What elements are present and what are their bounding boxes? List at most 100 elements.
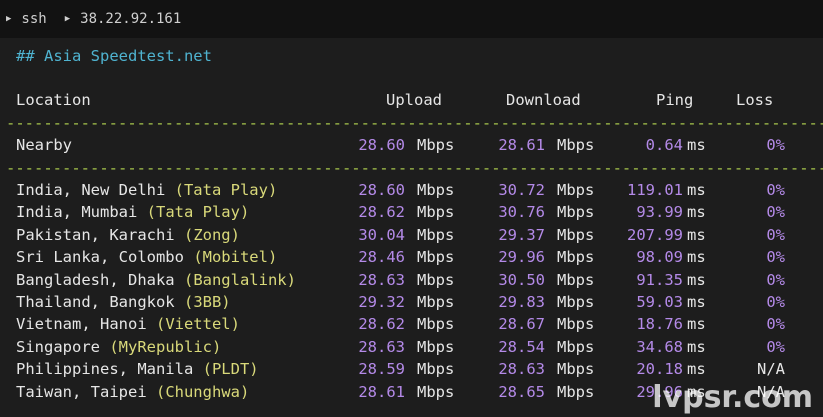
row-upload-unit: Mbps: [417, 248, 455, 267]
row-location: Singapore (MyRepublic): [16, 337, 222, 356]
row-download: 29.96: [498, 248, 545, 267]
table-row: Philippines, Manila (PLDT) 28.59 Mbps 28.63…: [0, 358, 823, 380]
row-ping: 91.35: [636, 270, 683, 289]
watermark: lvpsr.com: [652, 380, 813, 415]
row-location: India, Mumbai (Tata Play): [16, 203, 250, 222]
row-loss: 0%: [766, 337, 785, 356]
table-row: Bangladesh, Dhaka (Banglalink) 28.63 Mbps 3…: [0, 269, 823, 291]
row-download-unit: Mbps: [557, 225, 595, 244]
row-ping-unit: ms: [687, 360, 706, 379]
row-download-unit: Mbps: [557, 203, 595, 222]
row-download: 28.67: [498, 315, 545, 334]
row-isp: (Tata Play): [146, 203, 250, 222]
row-ping: 59.03: [636, 293, 683, 311]
row-isp: (MyRepublic): [109, 337, 222, 356]
col-ping: Ping: [656, 91, 694, 109]
separator-top: ----------------------------------------…: [6, 114, 823, 132]
row-upload: 28.60: [358, 181, 405, 199]
table-row: Sri Lanka, Colombo (Mobitel) 28.46 Mbps 29.…: [0, 246, 823, 268]
row-download: 30.76: [498, 203, 545, 222]
row-download-unit: Mbps: [557, 293, 595, 311]
row-download: 29.37: [498, 225, 545, 244]
row-download: 30.50: [498, 270, 545, 289]
row-ping: 18.76: [636, 315, 683, 334]
row-location: India, New Delhi (Tata Play): [16, 181, 278, 199]
row-upload: 28.63: [358, 337, 405, 356]
table-row: Pakistan, Karachi (Zong) 30.04 Mbps 29.37 Mb…: [0, 224, 823, 246]
row-loss: 0%: [766, 181, 785, 199]
row-location: Taiwan, Taipei (Chunghwa): [16, 382, 250, 401]
row-upload: 28.61: [358, 382, 405, 401]
row-location: Thailand, Bangkok (3BB): [16, 293, 231, 311]
row-ping: 98.09: [636, 248, 683, 267]
table-row: Thailand, Bangkok (3BB) 29.32 Mbps 29.83 Mbp…: [0, 291, 823, 313]
title-command: ssh: [21, 11, 47, 27]
row-loss: 0%: [766, 248, 785, 267]
row-ping-unit: ms: [687, 181, 706, 199]
col-download: Download: [506, 91, 581, 109]
nearby-row: Nearby 28.60 Mbps 28.61 Mbps 0.64 ms 0%: [16, 136, 785, 154]
row-download-unit: Mbps: [557, 181, 595, 199]
row-isp: (PLDT): [202, 360, 259, 379]
row-upload: 28.62: [358, 315, 405, 334]
title-host: 38.22.92.161: [80, 11, 182, 27]
row-download: 30.72: [498, 181, 545, 199]
row-ping: 20.18: [636, 360, 683, 379]
row-location: Vietnam, Hanoi (Viettel): [16, 315, 240, 334]
row-loss: 0%: [766, 270, 785, 289]
row-download-unit: Mbps: [557, 337, 595, 356]
row-download-unit: Mbps: [557, 382, 595, 401]
row-ping-unit: ms: [687, 225, 706, 244]
row-location: Pakistan, Karachi (Zong): [16, 225, 240, 244]
table-row: India, New Delhi (Tata Play) 28.60 Mbps 30.…: [0, 179, 823, 201]
row-isp: (Mobitel): [193, 248, 278, 267]
row-loss: 0%: [766, 203, 785, 222]
row-download: 29.83: [498, 293, 545, 311]
terminal-title-bar: ▶ ssh ▶ 38.22.92.161: [0, 0, 823, 38]
row-ping-unit: ms: [687, 270, 706, 289]
row-loss: N/A: [757, 360, 785, 379]
row-isp: (3BB): [183, 293, 231, 311]
row-upload-unit: Mbps: [417, 315, 455, 334]
row-isp: (Zong): [183, 225, 240, 244]
row-ping-unit: ms: [687, 203, 706, 222]
row-download: 28.65: [498, 382, 545, 401]
row-upload: 28.59: [358, 360, 405, 379]
row-upload-unit: Mbps: [417, 382, 455, 401]
row-loss: 0%: [766, 315, 785, 334]
row-isp: (Banglalink): [183, 270, 296, 289]
col-location: Location: [16, 91, 91, 109]
row-ping-unit: ms: [687, 315, 706, 334]
row-upload: 30.04: [358, 225, 405, 244]
row-upload: 29.32: [358, 293, 405, 311]
row-ping-unit: ms: [687, 293, 706, 311]
row-upload: 28.63: [358, 270, 405, 289]
row-location: Philippines, Manila (PLDT): [16, 360, 259, 379]
row-ping: 34.68: [636, 337, 683, 356]
row-download-unit: Mbps: [557, 270, 595, 289]
separator-bottom: ----------------------------------------…: [6, 159, 823, 177]
caret-right-icon: ▶: [64, 14, 71, 24]
table-row: Vietnam, Hanoi (Viettel) 28.62 Mbps 28.67 Mb…: [0, 313, 823, 335]
row-ping-unit: ms: [687, 248, 706, 267]
caret-right-icon: ▶: [6, 14, 12, 24]
row-ping: 207.99: [627, 225, 683, 244]
table-row: India, Mumbai (Tata Play) 28.62 Mbps 30.76 M…: [0, 201, 823, 223]
row-download: 28.63: [498, 360, 545, 379]
row-ping: 93.99: [636, 203, 683, 222]
terminal-output: ## Asia Speedtest.net Location Upload Do…: [0, 38, 823, 417]
row-location: Bangladesh, Dhaka (Banglalink): [16, 270, 296, 289]
row-ping-unit: ms: [687, 337, 706, 356]
row-download-unit: Mbps: [557, 248, 595, 267]
row-upload-unit: Mbps: [417, 181, 455, 199]
row-upload-unit: Mbps: [417, 203, 455, 222]
table-row: Singapore (MyRepublic) 28.63 Mbps 28.54 Mbps…: [0, 336, 823, 358]
row-location: Sri Lanka, Colombo (Mobitel): [16, 248, 278, 267]
row-upload: 28.46: [358, 248, 405, 267]
row-upload-unit: Mbps: [417, 270, 455, 289]
row-loss: 0%: [766, 225, 785, 244]
row-isp: (Chunghwa): [155, 382, 250, 401]
row-upload: 28.62: [358, 203, 405, 222]
section-header: ## Asia Speedtest.net: [16, 47, 212, 65]
column-header-row: Location Upload Download Ping Loss: [0, 89, 823, 111]
